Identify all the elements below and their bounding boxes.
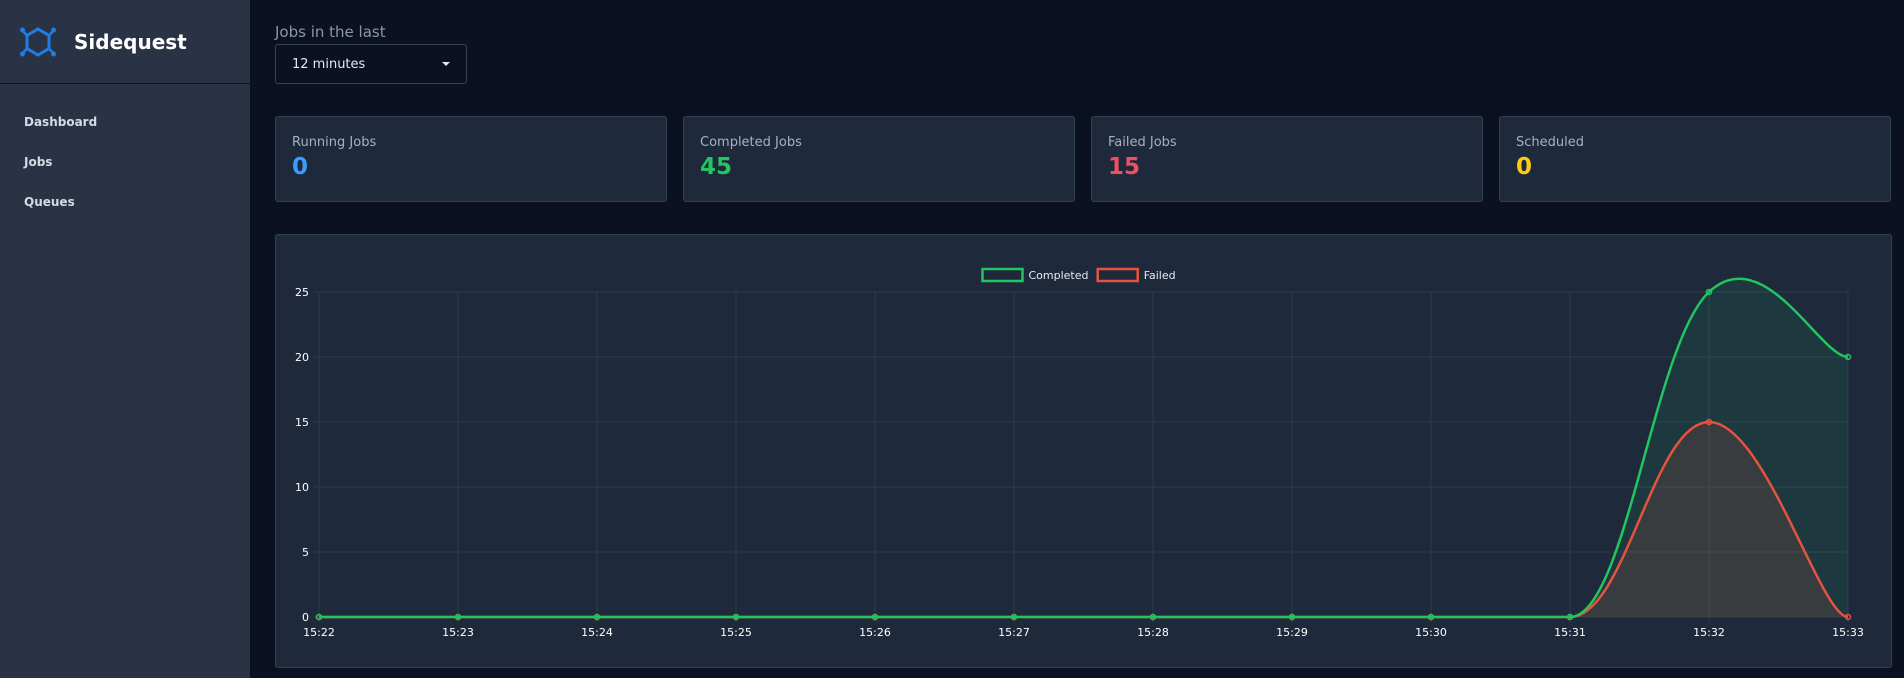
- x-tick-label: 15:32: [1693, 626, 1725, 639]
- app-name: Sidequest: [74, 29, 187, 54]
- brand[interactable]: Sidequest: [0, 0, 250, 84]
- y-tick-label: 25: [295, 286, 309, 299]
- stat-value: 0: [292, 154, 309, 180]
- stat-card-failed: Failed Jobs 15: [1091, 116, 1483, 202]
- y-tick-label: 0: [302, 611, 309, 624]
- stat-title: Scheduled: [1516, 135, 1584, 150]
- stat-card-scheduled: Scheduled 0: [1499, 116, 1891, 202]
- stat-title: Failed Jobs: [1108, 135, 1177, 150]
- y-tick-label: 10: [295, 481, 309, 494]
- range-label: Jobs in the last: [275, 23, 386, 41]
- x-tick-label: 15:28: [1137, 626, 1169, 639]
- x-tick-label: 15:31: [1554, 626, 1586, 639]
- main-content: Jobs in the last 12 minutes Running Jobs…: [250, 0, 1904, 678]
- stat-card-completed: Completed Jobs 45: [683, 116, 1075, 202]
- hexagon-logo-icon: [20, 26, 56, 57]
- legend-label-completed: Completed: [1029, 269, 1089, 282]
- sidebar-item-queues[interactable]: Queues: [0, 182, 250, 222]
- x-tick-label: 15:22: [303, 626, 335, 639]
- sidebar: Sidequest Dashboard Jobs Queues: [0, 0, 250, 678]
- jobs-line-chart: 0 5 10 15 20 25 15:22 15:23 15:24 15:25 15:26 15:27…: [295, 267, 1864, 639]
- stat-title: Completed Jobs: [700, 135, 802, 150]
- legend-label-failed: Failed: [1144, 269, 1176, 282]
- stat-cards: Running Jobs 0 Completed Jobs 45 Failed …: [275, 116, 1892, 202]
- sidebar-nav: Dashboard Jobs Queues: [0, 84, 250, 222]
- jobs-chart: 0 5 10 15 20 25 15:22 15:23 15:24 15:25 15:26 15:27…: [275, 234, 1892, 668]
- time-range-dropdown[interactable]: 12 minutes: [275, 44, 467, 84]
- caret-down-icon: [442, 62, 450, 66]
- sidebar-item-dashboard[interactable]: Dashboard: [0, 102, 250, 142]
- stat-value: 45: [700, 154, 733, 180]
- x-tick-label: 15:29: [1276, 626, 1308, 639]
- stat-value: 0: [1516, 154, 1533, 180]
- stat-title: Running Jobs: [292, 135, 377, 150]
- x-tick-label: 15:26: [859, 626, 891, 639]
- stat-value: 15: [1108, 154, 1141, 180]
- x-tick-label: 15:33: [1832, 626, 1864, 639]
- x-tick-label: 15:24: [581, 626, 613, 639]
- legend-swatch-failed: [1096, 267, 1139, 283]
- time-range-value: 12 minutes: [292, 56, 366, 72]
- x-tick-label: 15:30: [1415, 626, 1447, 639]
- x-tick-label: 15:23: [442, 626, 474, 639]
- y-tick-label: 15: [295, 416, 309, 429]
- legend-swatch-completed: [981, 267, 1024, 283]
- area-failed: [319, 422, 1848, 617]
- x-tick-label: 15:25: [720, 626, 752, 639]
- sidebar-item-jobs[interactable]: Jobs: [0, 142, 250, 182]
- y-tick-label: 20: [295, 351, 309, 364]
- x-tick-label: 15:27: [998, 626, 1030, 639]
- stat-card-running: Running Jobs 0: [275, 116, 667, 202]
- y-tick-label: 5: [302, 546, 309, 559]
